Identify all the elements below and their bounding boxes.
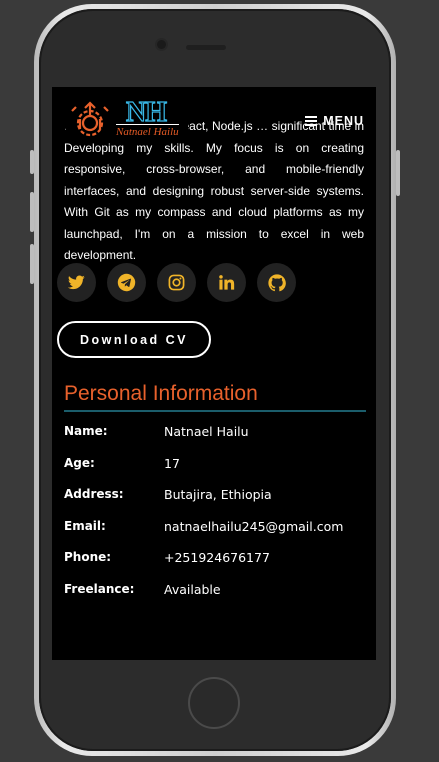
phone-volume-up-button — [30, 192, 34, 232]
info-value[interactable]: +251924676177 — [164, 550, 270, 565]
info-value: 17 — [164, 456, 180, 471]
info-value: Available — [164, 582, 221, 597]
linkedin-icon — [219, 275, 235, 290]
info-label: Address: — [64, 487, 124, 501]
personal-info-title: Personal Information — [64, 382, 258, 405]
github-icon — [267, 273, 286, 291]
telegram-link[interactable] — [107, 263, 146, 302]
telegram-icon — [117, 273, 136, 292]
home-button[interactable] — [188, 677, 240, 729]
phone-power-button — [396, 150, 400, 196]
github-link[interactable] — [257, 263, 296, 302]
instagram-icon — [168, 274, 185, 291]
earpiece-speaker — [186, 45, 226, 50]
phone-side-button — [30, 150, 34, 174]
linkedin-link[interactable] — [207, 263, 246, 302]
twitter-link[interactable] — [57, 263, 96, 302]
site-logo[interactable]: NH Natnael Hailu — [66, 97, 188, 141]
section-divider — [64, 410, 366, 412]
info-value: Butajira, Ethiopia — [164, 487, 272, 502]
social-links — [57, 263, 296, 302]
twitter-icon — [68, 275, 85, 290]
info-label: Phone: — [64, 550, 112, 564]
info-value: Natnael Hailu — [164, 424, 249, 439]
logo-initials: NH — [125, 97, 167, 128]
menu-button[interactable]: MENU — [305, 114, 364, 128]
info-label: Email: — [64, 519, 106, 533]
info-label: Age: — [64, 456, 95, 470]
phone-screen: … CSS, JavaScript, React, Node.js … sign… — [52, 87, 376, 660]
gear-logo-icon — [71, 101, 109, 137]
hamburger-icon — [305, 114, 318, 128]
info-label: Freelance: — [64, 582, 135, 596]
navbar: NH Natnael Hailu MENU — [52, 87, 376, 147]
download-cv-button[interactable]: Download CV — [57, 321, 211, 358]
menu-label: MENU — [323, 114, 364, 128]
phone-volume-down-button — [30, 244, 34, 284]
info-value[interactable]: natnaelhailu245@gmail.com — [164, 519, 343, 534]
front-camera — [157, 40, 166, 49]
instagram-link[interactable] — [157, 263, 196, 302]
logo-name: Natnael Hailu — [116, 124, 179, 138]
info-label: Name: — [64, 424, 108, 438]
